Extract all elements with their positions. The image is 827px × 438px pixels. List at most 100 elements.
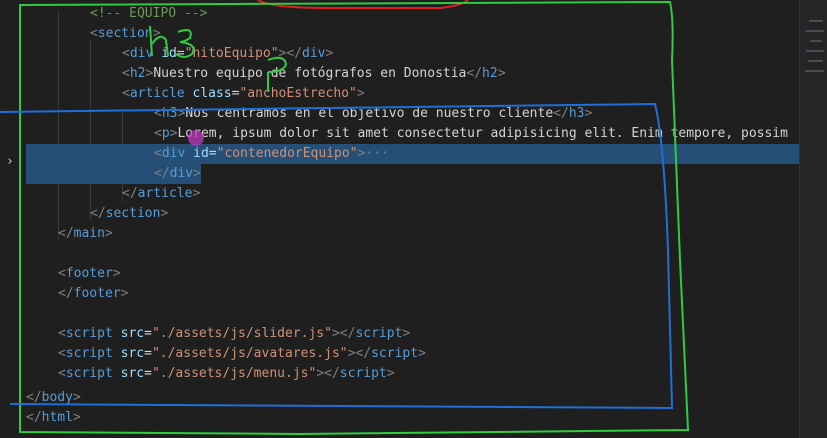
code-token: script bbox=[371, 346, 419, 361]
code-line[interactable]: <footer> bbox=[58, 264, 121, 284]
code-token: <!-- EQUIPO --> bbox=[90, 6, 208, 21]
code-token: > bbox=[160, 206, 169, 221]
code-token: < bbox=[154, 146, 162, 161]
code-token: </ bbox=[553, 106, 569, 121]
editor-gutter bbox=[0, 0, 22, 438]
code-token: "./assets/js/slider.js" bbox=[151, 326, 332, 341]
minimap-line bbox=[806, 50, 824, 52]
code-token: > bbox=[193, 166, 201, 181]
code-token: script bbox=[65, 346, 113, 361]
minimap[interactable] bbox=[799, 0, 827, 438]
code-token: > bbox=[497, 66, 506, 81]
code-token: > bbox=[72, 390, 81, 405]
code-line[interactable]: <!-- EQUIPO --> bbox=[90, 4, 207, 24]
code-token: > bbox=[356, 86, 365, 101]
code-token: src bbox=[120, 326, 145, 341]
code-token: = bbox=[208, 146, 217, 161]
code-token: Nos centramos en el objetivo de nuestro … bbox=[185, 106, 554, 121]
code-token: div bbox=[169, 166, 194, 181]
code-token: main bbox=[73, 226, 105, 241]
code-token: </ bbox=[90, 206, 106, 221]
code-token: </ bbox=[58, 226, 74, 241]
code-token: h2 bbox=[129, 66, 146, 81]
code-token: src bbox=[120, 366, 145, 381]
code-token: script bbox=[355, 326, 403, 341]
code-token: article bbox=[137, 186, 193, 201]
code-token: </ bbox=[466, 66, 483, 81]
indent-guide bbox=[90, 40, 91, 220]
code-token: = bbox=[144, 346, 152, 361]
code-line[interactable]: <section> bbox=[90, 24, 160, 44]
code-line[interactable]: <div id="contenedorEquipo">··· bbox=[26, 144, 800, 164]
code-token: footer bbox=[73, 286, 121, 301]
code-line[interactable]: </footer> bbox=[58, 284, 128, 304]
code-line[interactable]: </div> bbox=[26, 164, 201, 184]
code-token: Nuestro equipo de fotógrafos en Donostia bbox=[153, 66, 467, 81]
code-line[interactable]: <article class="anchoEstrecho"> bbox=[122, 84, 365, 104]
minimap-line bbox=[805, 70, 824, 72]
code-line[interactable]: </section> bbox=[90, 204, 168, 224]
code-line[interactable]: <h2>Nuestro equipo de fotógrafos en Dono… bbox=[122, 64, 506, 84]
code-token: id bbox=[161, 46, 177, 61]
code-token: ··· bbox=[365, 146, 389, 161]
code-token: > bbox=[325, 46, 334, 61]
code-token: ></ bbox=[347, 346, 372, 361]
code-token: div bbox=[161, 146, 186, 161]
code-token: < bbox=[90, 26, 98, 41]
code-token: = bbox=[144, 326, 152, 341]
code-token: "anchoEstrecho" bbox=[239, 86, 357, 101]
code-token: > bbox=[584, 106, 593, 121]
code-token: section bbox=[105, 206, 161, 221]
minimap-line bbox=[810, 40, 822, 42]
code-token: < bbox=[122, 86, 130, 101]
code-token: </ bbox=[26, 390, 42, 405]
code-token: < bbox=[58, 346, 66, 361]
code-line[interactable]: </main> bbox=[58, 224, 113, 244]
code-token: > bbox=[120, 286, 129, 301]
code-token: < bbox=[58, 266, 66, 281]
code-token: > bbox=[192, 186, 201, 201]
code-line[interactable]: <script src="./assets/js/slider.js"></sc… bbox=[58, 324, 410, 344]
code-token: ></ bbox=[331, 326, 356, 341]
code-token: "./assets/js/menu.js" bbox=[151, 366, 317, 381]
code-token: < bbox=[154, 126, 162, 141]
minimap-line bbox=[806, 30, 824, 32]
code-token: </ bbox=[154, 166, 170, 181]
code-token: "contenedorEquipo" bbox=[216, 146, 358, 161]
code-token: id bbox=[193, 146, 209, 161]
code-token: </ bbox=[58, 286, 74, 301]
minimap-line bbox=[809, 20, 823, 22]
code-line[interactable]: <h3 > Nos centramos en el objetivo de nues… bbox=[154, 104, 592, 124]
indent-guide bbox=[58, 10, 59, 240]
code-line[interactable]: </article> bbox=[122, 184, 200, 204]
code-token: < bbox=[154, 106, 162, 121]
code-token: < bbox=[122, 46, 130, 61]
code-line[interactable]: <p>Lorem, ipsum dolor sit amet consectet… bbox=[154, 124, 788, 144]
code-token: h2 bbox=[482, 66, 498, 81]
code-token: script bbox=[339, 366, 387, 381]
code-token: div bbox=[129, 46, 154, 61]
code-token: class bbox=[192, 86, 232, 101]
code-token: > bbox=[152, 26, 161, 41]
code-token: > bbox=[418, 346, 426, 361]
code-token: Lorem, ipsum dolor sit amet consectetur … bbox=[177, 126, 788, 141]
code-line[interactable]: </body> bbox=[26, 388, 81, 408]
code-token: > bbox=[386, 366, 395, 381]
code-token: < bbox=[58, 326, 66, 341]
code-token: < bbox=[122, 66, 130, 81]
code-editor[interactable]: › <!-- EQUIPO --> <section> <div id="hitoE… bbox=[0, 0, 800, 438]
code-token: = bbox=[176, 46, 185, 61]
code-token: div bbox=[302, 46, 326, 61]
code-token: h3 bbox=[161, 106, 178, 121]
code-line[interactable]: <script src="./assets/js/avatares.js"></… bbox=[58, 344, 426, 364]
code-line[interactable]: </html> bbox=[26, 408, 81, 428]
code-token: "./assets/js/avatares.js" bbox=[151, 346, 348, 361]
minimap-line bbox=[808, 60, 823, 62]
chevron-right-icon[interactable]: › bbox=[6, 154, 14, 169]
code-line[interactable]: <script src="./assets/js/menu.js"></scri… bbox=[58, 364, 395, 384]
code-token: section bbox=[97, 26, 153, 41]
code-line[interactable]: <div id="hitoEquipo"></div> bbox=[122, 44, 333, 64]
